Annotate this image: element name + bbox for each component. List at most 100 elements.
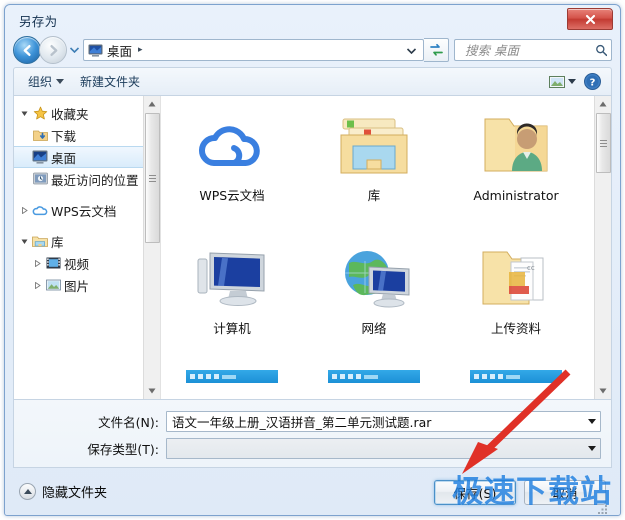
sidebar-item-favorites[interactable]: 收藏夹	[14, 102, 160, 124]
scroll-up-icon	[599, 101, 607, 107]
filename-dropdown-button[interactable]	[583, 418, 600, 424]
chevron-down-icon	[587, 418, 596, 424]
star-icon	[31, 106, 49, 121]
filename-input[interactable]	[167, 411, 583, 431]
list-item-label: 计算机	[213, 321, 251, 336]
list-item[interactable]: cc 上传资料	[445, 237, 587, 370]
filetype-dropdown-button[interactable]	[583, 445, 600, 451]
tree-group-gap	[14, 190, 160, 199]
twisty-collapsed-icon[interactable]	[18, 206, 31, 214]
breadcrumb[interactable]: 桌面 ▸	[88, 41, 145, 60]
sidebar-scroll-thumb[interactable]	[145, 113, 160, 243]
filetype-value	[167, 439, 583, 458]
screenshot-thumb-strip	[470, 370, 562, 383]
sidebar-label: 库	[51, 234, 64, 250]
sidebar-scrollbar[interactable]	[143, 96, 160, 399]
sidebar-item-recent-places[interactable]: 最近访问的位置	[14, 168, 160, 190]
screenshot-thumb-strip	[328, 370, 420, 383]
close-icon	[585, 14, 595, 24]
twisty-expanded-icon[interactable]	[18, 110, 31, 117]
library-icon	[31, 234, 49, 248]
hide-folders-button[interactable]: 隐藏文件夹	[19, 482, 107, 501]
view-mode-button[interactable]	[545, 73, 580, 91]
scroll-thumb-grip-icon	[149, 173, 156, 184]
search-box[interactable]	[454, 39, 612, 61]
chevron-up-circle-icon	[19, 483, 36, 500]
svg-text:cc: cc	[527, 264, 535, 272]
library-folder-icon	[337, 104, 411, 186]
chevron-down-icon	[69, 47, 79, 53]
list-item-label: 上传资料	[490, 321, 541, 336]
scroll-down-button[interactable]	[595, 383, 611, 399]
address-dropdown-button[interactable]	[402, 43, 421, 57]
back-button[interactable]	[13, 36, 41, 64]
forward-arrow-icon	[49, 44, 57, 56]
view-mode-icon	[549, 75, 565, 88]
address-bar[interactable]: 桌面 ▸	[83, 39, 424, 61]
file-list-scrollbar[interactable]	[594, 96, 611, 399]
scroll-down-icon	[148, 388, 156, 394]
navigation-pane: 收藏夹 下载 桌面 最近访问的位置 WPS云文档 库 视频 图片	[14, 96, 161, 399]
forward-button[interactable]	[39, 36, 67, 64]
list-item[interactable]: 库	[303, 104, 445, 237]
hide-folders-label: 隐藏文件夹	[42, 486, 108, 501]
sidebar-item-desktop[interactable]: 桌面	[14, 146, 160, 168]
sidebar-label: 最近访问的位置	[51, 172, 139, 188]
organize-button[interactable]: 组织	[20, 70, 72, 93]
sidebar-item-videos[interactable]: 视频	[14, 252, 160, 274]
twisty-collapsed-icon[interactable]	[31, 259, 44, 267]
refresh-icon	[429, 43, 443, 56]
sidebar-label: 视频	[64, 256, 90, 272]
window-title: 另存为	[19, 14, 58, 29]
chevron-down-icon	[587, 445, 596, 451]
cloud-icon	[194, 104, 270, 186]
twisty-collapsed-icon[interactable]	[31, 281, 44, 289]
new-folder-button[interactable]: 新建文件夹	[72, 70, 148, 93]
content-area: 收藏夹 下载 桌面 最近访问的位置 WPS云文档 库 视频 图片 WPS云文档 …	[13, 95, 612, 400]
back-arrow-icon	[23, 44, 31, 56]
breadcrumb-separator-icon[interactable]: ▸	[136, 45, 145, 55]
filename-combo[interactable]	[166, 410, 601, 432]
screenshot-thumb-strip	[186, 370, 278, 383]
documents-folder-icon: cc	[479, 237, 553, 319]
sidebar-item-libraries[interactable]: 库	[14, 230, 160, 252]
scroll-up-button[interactable]	[144, 96, 160, 112]
list-item[interactable]	[161, 370, 303, 399]
sidebar-item-wps-cloud[interactable]: WPS云文档	[14, 199, 160, 221]
scroll-down-button[interactable]	[144, 383, 160, 399]
tree-group-gap	[14, 221, 160, 230]
breadcrumb-current: 桌面	[107, 43, 133, 59]
filetype-label: 保存类型(T):	[87, 441, 159, 457]
filename-label: 文件名(N):	[98, 414, 159, 430]
scroll-thumb-grip-icon	[600, 138, 607, 149]
user-folder-icon	[479, 104, 553, 186]
navigation-bar: 桌面 ▸	[5, 33, 620, 67]
filetype-combo[interactable]	[166, 437, 601, 459]
list-item[interactable]: Administrator	[445, 104, 587, 237]
twisty-expanded-icon[interactable]	[18, 238, 31, 245]
filetype-row: 保存类型(T):	[14, 436, 611, 460]
save-form: 文件名(N): 保存类型(T):	[13, 400, 612, 468]
list-item[interactable]: WPS云文档	[161, 104, 303, 237]
scroll-down-icon	[599, 388, 607, 394]
chevron-down-icon	[56, 79, 65, 84]
downloads-icon	[31, 128, 49, 142]
sidebar-label: 桌面	[51, 150, 77, 166]
close-button[interactable]	[567, 8, 613, 30]
screenshot-thumb-icon	[470, 370, 562, 392]
list-item[interactable]	[445, 370, 587, 399]
refresh-button[interactable]	[424, 38, 449, 62]
file-list-pane[interactable]: WPS云文档 库 Administrator 计算机 网络 cc 上传资料	[161, 96, 611, 399]
scroll-up-button[interactable]	[595, 96, 611, 112]
sidebar-item-pictures[interactable]: 图片	[14, 274, 160, 296]
command-toolbar: 组织 新建文件夹 ?	[13, 67, 612, 95]
file-list-scroll-thumb[interactable]	[596, 113, 611, 173]
list-item[interactable]: 计算机	[161, 237, 303, 370]
screenshot-thumb-icon	[186, 370, 278, 392]
recent-pages-button[interactable]	[67, 39, 81, 61]
search-input[interactable]	[463, 41, 595, 59]
help-button[interactable]: ?	[580, 71, 605, 92]
sidebar-item-downloads[interactable]: 下载	[14, 124, 160, 146]
list-item[interactable]	[303, 370, 445, 399]
list-item[interactable]: 网络	[303, 237, 445, 370]
